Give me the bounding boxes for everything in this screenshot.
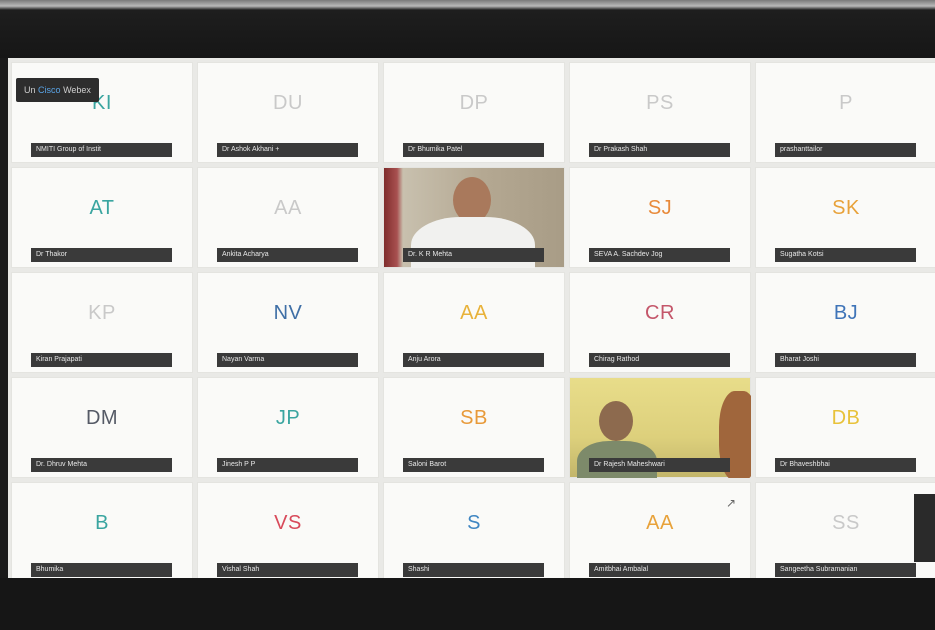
mouse-cursor-icon: ↗	[726, 496, 737, 510]
participant-initials: DB	[831, 407, 861, 429]
participant-name: Sugatha Kotsi	[775, 248, 916, 262]
participant-initials: SK	[832, 197, 860, 219]
participant-tile[interactable]: B Bhumika	[11, 482, 193, 583]
participant-tile[interactable]: AA Anju Arora	[383, 272, 565, 373]
participant-tile[interactable]: DP Dr Bhumika Patel	[383, 62, 565, 163]
participant-tile[interactable]: S Shashi	[383, 482, 565, 583]
participant-name: Dr Prakash Shah	[589, 143, 730, 157]
participant-initials: P	[839, 92, 853, 114]
participant-initials: B	[95, 512, 109, 534]
participant-tile[interactable]: KP Kiran Prajapati	[11, 272, 193, 373]
participant-tile[interactable]: SK Sugatha Kotsi	[755, 167, 935, 268]
window-left-edge	[0, 58, 8, 578]
participant-name: Ankita Acharya	[217, 248, 358, 262]
badge-suffix: Webex	[63, 85, 91, 95]
participant-name: SEVA A. Sachdev Jog	[589, 248, 730, 262]
participant-name: Kiran Prajapati	[31, 353, 172, 367]
participant-tile[interactable]: DU Dr Ashok Akhani +	[197, 62, 379, 163]
participant-tile[interactable]: SB Saloni Barot	[383, 377, 565, 478]
participant-tile[interactable]: DB Dr Bhaveshbhai	[755, 377, 935, 478]
participant-tile[interactable]: NV Nayan Varma	[197, 272, 379, 373]
participant-initials: PS	[646, 92, 674, 114]
participant-tile[interactable]: SS Sangeetha Subramanian	[755, 482, 935, 583]
participant-initials: AA	[646, 512, 674, 534]
participant-video-tile[interactable]: Dr Rajesh Maheshwari	[569, 377, 751, 478]
participant-initials: VS	[274, 512, 302, 534]
participant-tile[interactable]: PS Dr Prakash Shah	[569, 62, 751, 163]
participant-name: Bharat Joshi	[775, 353, 916, 367]
participant-name: Dr Rajesh Maheshwari	[589, 458, 730, 472]
participant-video-tile[interactable]: Dr. K R Mehta	[383, 167, 565, 268]
side-panel-edge[interactable]	[914, 494, 935, 562]
participant-name: Saloni Barot	[403, 458, 544, 472]
participant-initials: S	[467, 512, 481, 534]
participant-tile[interactable]: BJ Bharat Joshi	[755, 272, 935, 373]
participant-initials: AA	[274, 197, 302, 219]
participant-name: Bhumika	[31, 563, 172, 577]
participant-name: Jinesh P P	[217, 458, 358, 472]
participant-name: Chirag Rathod	[589, 353, 730, 367]
participant-name: Shashi	[403, 563, 544, 577]
participant-initials: NV	[273, 302, 303, 324]
participant-name: Dr Bhumika Patel	[403, 143, 544, 157]
participant-initials: KP	[88, 302, 116, 324]
participant-name: Anju Arora	[403, 353, 544, 367]
participant-tile[interactable]: P prashanttailor	[755, 62, 935, 163]
participant-tile[interactable]: DM Dr. Dhruv Mehta	[11, 377, 193, 478]
participant-initials: SB	[460, 407, 488, 429]
participant-tile[interactable]: AA Ankita Acharya	[197, 167, 379, 268]
participant-tile[interactable]: AT Dr Thakor	[11, 167, 193, 268]
participant-initials: JP	[275, 407, 301, 429]
participant-initials: AA	[460, 302, 488, 324]
participant-name: prashanttailor	[775, 143, 916, 157]
participant-tile[interactable]: AA Amitbhai Ambalal	[569, 482, 751, 583]
meeting-app-badge: Un Cisco Webex	[16, 78, 99, 102]
participant-tile[interactable]: CR Chirag Rathod	[569, 272, 751, 373]
participant-initials: BJ	[833, 302, 859, 324]
participant-name: Dr. Dhruv Mehta	[31, 458, 172, 472]
participant-name: Dr Ashok Akhani +	[217, 143, 358, 157]
participant-name: Vishal Shah	[217, 563, 358, 577]
participant-tile[interactable]: SJ SEVA A. Sachdev Jog	[569, 167, 751, 268]
participant-video-head	[599, 401, 633, 441]
participant-initials: SS	[832, 512, 860, 534]
participant-initials: AT	[89, 197, 115, 219]
participant-name: Dr Bhaveshbhai	[775, 458, 916, 472]
badge-accent: Cisco	[38, 85, 61, 95]
participant-initials: DM	[85, 407, 119, 429]
participant-initials: DP	[459, 92, 489, 114]
badge-prefix: Un	[24, 85, 36, 95]
participant-name: Dr Thakor	[31, 248, 172, 262]
participant-name: Nayan Varma	[217, 353, 358, 367]
participant-name: NMITI Group of Instit	[31, 143, 172, 157]
meeting-controls-bar[interactable]	[0, 578, 935, 630]
participant-name: Dr. K R Mehta	[403, 248, 544, 262]
participant-grid: KI NMITI Group of Instit DU Dr Ashok Akh…	[8, 58, 935, 583]
participant-tile[interactable]: VS Vishal Shah	[197, 482, 379, 583]
participant-initials: SJ	[647, 197, 673, 219]
participant-initials: DU	[273, 92, 303, 114]
participant-name: Sangeetha Subramanian	[775, 563, 916, 577]
participant-name: Amitbhai Ambalal	[589, 563, 730, 577]
participant-initials: CR	[645, 302, 675, 324]
participant-tile[interactable]: JP Jinesh P P	[197, 377, 379, 478]
